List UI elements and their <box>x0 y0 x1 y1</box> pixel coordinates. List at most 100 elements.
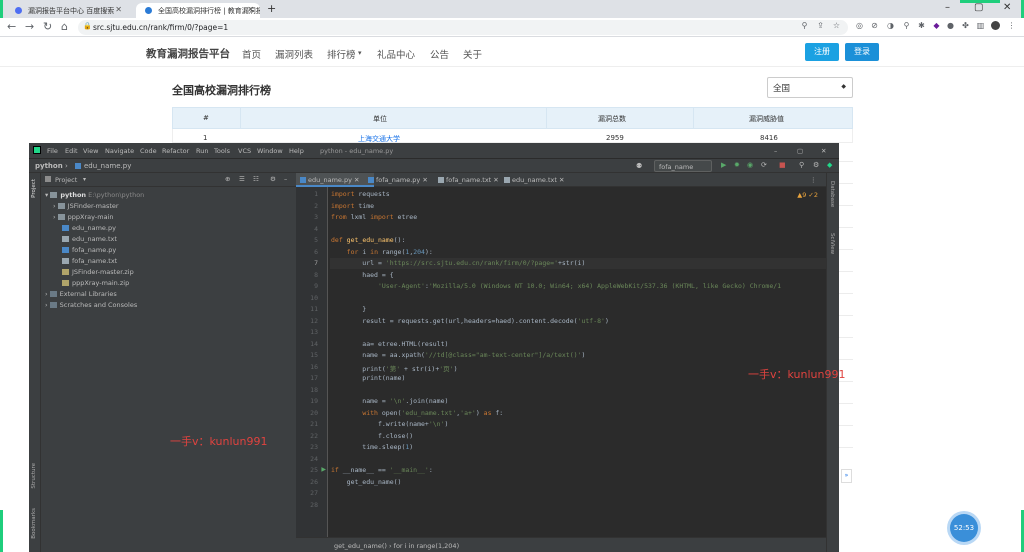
tree-item[interactable]: › External Libraries <box>45 290 117 298</box>
collapse-all-icon[interactable]: ☷ <box>253 175 259 183</box>
gear-icon[interactable]: ⚙ <box>270 175 276 183</box>
menu-run[interactable]: Run <box>196 147 208 155</box>
extension-icon[interactable]: ◆ <box>932 21 941 30</box>
tree-item[interactable]: › JSFinder-master <box>53 202 119 210</box>
minimize-button[interactable]: – <box>774 147 777 155</box>
browser-tab-search[interactable]: 漏洞报告平台中心 百度搜索 ✕ <box>6 3 128 18</box>
menu-vcs[interactable]: VCS <box>238 147 251 155</box>
run-gutter-icon[interactable]: ▶ <box>321 466 326 473</box>
line-number: 14 <box>310 339 318 348</box>
close-tab-icon[interactable]: ✕ <box>247 5 254 14</box>
profile-icon[interactable]: ⟳ <box>761 161 767 169</box>
tool-database[interactable]: Database <box>829 181 835 207</box>
pager-next-button[interactable]: » <box>841 469 852 483</box>
menu-window[interactable]: Window <box>257 147 283 155</box>
menu-edit[interactable]: Edit <box>65 147 78 155</box>
menu-help[interactable]: Help <box>289 147 304 155</box>
menu-file[interactable]: File <box>47 147 58 155</box>
close-window-button[interactable]: ✕ <box>821 147 826 155</box>
editor-tab-edu-name-txt[interactable]: edu_name.txt ✕ <box>504 176 564 184</box>
login-button[interactable]: 登录 <box>845 43 879 61</box>
code-breadcrumb[interactable]: get_edu_name() › for i in range(1,204) <box>334 542 459 550</box>
tool-project[interactable]: Project <box>31 179 37 198</box>
user-icon[interactable]: ⚉ <box>636 162 642 170</box>
editor-tab-fofa-name-py[interactable]: fofa_name.py ✕ <box>368 176 428 184</box>
sidebar-icon[interactable]: ▥ <box>976 21 985 30</box>
tree-item[interactable]: JSFinder-master.zip <box>62 268 134 276</box>
reload-icon[interactable]: ↻ <box>43 20 52 33</box>
breadcrumb-project[interactable]: python <box>35 162 63 170</box>
menu-refactor[interactable]: Refactor <box>162 147 189 155</box>
tree-item[interactable]: ▾ python E:\python\python <box>45 191 144 199</box>
coverage-icon[interactable]: ◉ <box>747 161 753 169</box>
nav-home[interactable]: 首页 <box>242 47 261 61</box>
new-tab-button[interactable]: + <box>267 2 276 15</box>
breadcrumb-file[interactable]: edu_name.py <box>84 162 131 170</box>
hide-icon[interactable]: – <box>284 175 287 183</box>
line-number: 11 <box>310 305 318 313</box>
menu-icon[interactable]: ⋮ <box>1007 21 1016 30</box>
home-icon[interactable]: ⌂ <box>61 20 68 33</box>
menu-navigate[interactable]: Navigate <box>105 147 134 155</box>
run-icon[interactable]: ▶ <box>721 161 726 169</box>
menu-code[interactable]: Code <box>140 147 157 155</box>
tree-item[interactable]: edu_name.txt <box>62 235 117 243</box>
editor-tab-label: edu_name.py <box>308 176 352 184</box>
chevron-down-icon[interactable]: ▾ <box>358 49 362 57</box>
browser-tab-rank[interactable]: 全国高校漏洞排行榜 | 教育漏洞报 ✕ <box>136 3 260 18</box>
tree-item[interactable]: edu_name.py <box>62 224 116 232</box>
nav-about[interactable]: 关于 <box>463 47 482 61</box>
register-button[interactable]: 注册 <box>805 43 839 61</box>
site-brand[interactable]: 教育漏洞报告平台 <box>146 46 230 61</box>
debug-icon[interactable]: ✹ <box>734 161 740 169</box>
minimize-button[interactable]: – <box>945 2 950 13</box>
extension-icon[interactable]: ● <box>946 21 955 30</box>
tree-item[interactable]: fofa_name.py <box>62 246 116 254</box>
nav-gift-center[interactable]: 礼品中心 <box>377 47 415 61</box>
close-window-button[interactable]: ✕ <box>1003 2 1011 13</box>
extension-icon[interactable]: ⊘ <box>870 21 879 30</box>
forward-icon[interactable]: → <box>25 20 34 33</box>
location-icon[interactable]: ⚲ <box>902 21 911 30</box>
more-tabs-icon[interactable]: ⋮ <box>810 176 817 184</box>
region-select[interactable]: 全国 ◆ <box>767 77 853 98</box>
inspection-widget[interactable]: ▲9 ✓2 <box>797 191 818 199</box>
tool-bookmarks[interactable]: Bookmarks <box>31 508 37 539</box>
maximize-button[interactable]: ▢ <box>797 147 803 155</box>
tree-item[interactable]: pppXray-main.zip <box>62 279 129 287</box>
code-editor[interactable]: ▲9 ✓2 import requests import time from l… <box>330 187 826 537</box>
project-panel-title[interactable]: Project <box>55 176 77 184</box>
menu-view[interactable]: View <box>83 147 98 155</box>
tree-item[interactable]: › pppXray-main <box>53 213 113 221</box>
tree-item[interactable]: fofa_name.txt <box>62 257 117 265</box>
puzzle-icon[interactable]: ✤ <box>961 21 970 30</box>
plugin-icon[interactable]: ◆ <box>827 161 832 169</box>
extension-icon[interactable]: ◑ <box>886 21 895 30</box>
stop-icon[interactable]: ■ <box>779 161 786 169</box>
extension-icon[interactable]: ✱ <box>917 21 926 30</box>
maximize-button[interactable]: ▢ <box>974 2 983 13</box>
search-icon[interactable]: ⚲ <box>799 161 804 169</box>
close-tab-icon[interactable]: ✕ <box>115 5 122 14</box>
nav-announcement[interactable]: 公告 <box>430 47 449 61</box>
avatar[interactable] <box>991 21 1000 30</box>
chevron-down-icon[interactable]: ▾ <box>83 176 86 183</box>
editor-tab-edu-name-py[interactable]: edu_name.py ✕ <box>296 173 374 187</box>
star-icon[interactable]: ☆ <box>832 21 841 30</box>
gear-icon[interactable]: ⚙ <box>813 161 819 169</box>
editor-tab-fofa-name-txt[interactable]: fofa_name.txt ✕ <box>438 176 499 184</box>
share-icon[interactable]: ⇪ <box>816 21 825 30</box>
tool-structure[interactable]: Structure <box>31 463 37 489</box>
tree-item[interactable]: › Scratches and Consoles <box>45 301 137 309</box>
tool-sciview[interactable]: SciView <box>829 233 835 254</box>
zoom-icon[interactable]: ⚲ <box>800 21 809 30</box>
run-config-select[interactable]: fofa_name <box>654 160 712 172</box>
nav-vuln-list[interactable]: 漏洞列表 <box>275 47 313 61</box>
menu-tools[interactable]: Tools <box>214 147 230 155</box>
address-bar[interactable]: 🔒 src.sjtu.edu.cn/rank/firm/0/?page=1 <box>78 20 848 35</box>
extension-icon[interactable]: ◎ <box>855 21 864 30</box>
back-icon[interactable]: ← <box>7 20 16 33</box>
nav-ranking[interactable]: 排行榜 <box>327 47 356 61</box>
expand-all-icon[interactable]: ☰ <box>239 175 245 183</box>
target-icon[interactable]: ⊕ <box>225 175 230 183</box>
